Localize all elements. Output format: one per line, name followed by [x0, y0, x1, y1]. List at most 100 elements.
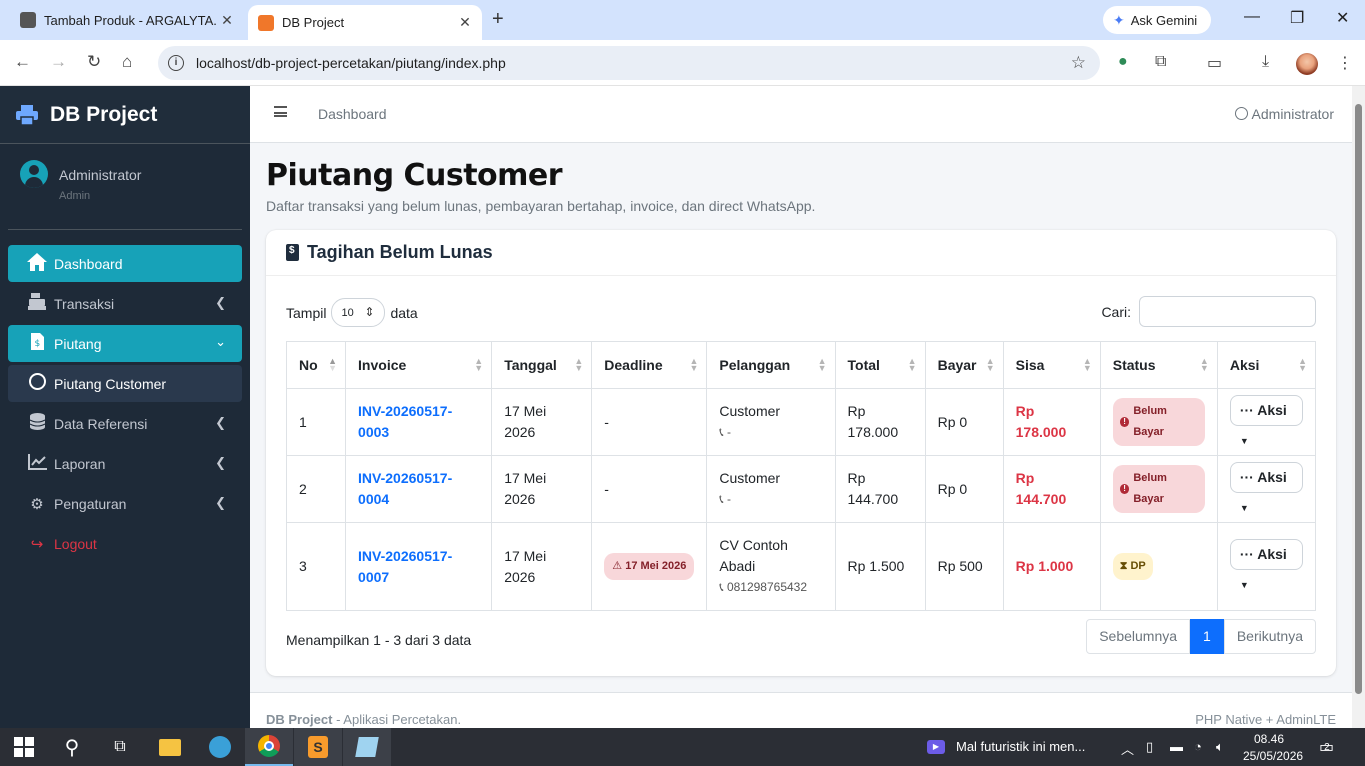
- reload-icon[interactable]: ↻: [87, 52, 101, 72]
- clock-time[interactable]: 08.46: [1254, 732, 1284, 746]
- column-header-aksi[interactable]: Aksi ▲ ▼: [1216, 341, 1317, 389]
- column-header-status[interactable]: Status ▲ ▼: [1099, 341, 1218, 389]
- tab-title: DB Project: [282, 15, 345, 30]
- tab-search-icon[interactable]: ▭: [1207, 53, 1222, 73]
- customer-name: Customer: [719, 403, 781, 419]
- media-title[interactable]: Mal futuristik ini men...: [956, 739, 1085, 754]
- aksi-dropdown-button[interactable]: ··· Aksi ▼: [1229, 539, 1303, 590]
- column-header-pelanggan[interactable]: Pelanggan ▲ ▼: [706, 341, 836, 389]
- user-panel[interactable]: Administrator Admin: [8, 144, 242, 230]
- address-bar[interactable]: i localhost/db-project-percetakan/piutan…: [158, 46, 1100, 80]
- sidebar-item-label: Pengaturan: [54, 495, 127, 512]
- close-window-icon[interactable]: ✕: [1336, 8, 1349, 28]
- menu-kebab-icon[interactable]: ⋮: [1337, 53, 1353, 73]
- bookmark-star-icon[interactable]: ☆: [1071, 53, 1086, 73]
- nav-link-dashboard[interactable]: Dashboard: [318, 106, 387, 122]
- sidebar-item-transaksi[interactable]: Transaksi ❮: [8, 285, 242, 322]
- sidebar-item-pengaturan[interactable]: ⚙ Pengaturan ❮: [8, 485, 242, 522]
- sidebar-item-logout[interactable]: ↪ Logout: [8, 525, 242, 562]
- column-header-invoice[interactable]: Invoice ▲ ▼: [345, 341, 493, 389]
- minimize-icon[interactable]: —: [1244, 8, 1260, 26]
- sidebar-item-piutang[interactable]: $ Piutang ⌄: [8, 325, 242, 362]
- notepad-icon[interactable]: [343, 728, 391, 766]
- customer-phone: 📞︎ -: [719, 425, 731, 439]
- cell-no: 1: [285, 388, 347, 456]
- invoice-link[interactable]: INV-20260517-0004: [358, 470, 452, 507]
- invoice-link[interactable]: INV-20260517-0003: [358, 403, 452, 440]
- volume-icon[interactable]: 🔈︎: [1216, 739, 1224, 755]
- task-view-icon[interactable]: ⧉: [96, 728, 144, 766]
- cell-invoice: INV-20260517-0007: [345, 522, 493, 611]
- browser-tab-db-project[interactable]: DB Project ✕: [248, 5, 482, 40]
- page-length-select[interactable]: 10: [331, 298, 386, 327]
- sidebar-item-laporan[interactable]: Laporan ❮: [8, 445, 242, 482]
- profile-avatar[interactable]: [1296, 53, 1318, 75]
- forward-icon[interactable]: →: [50, 52, 67, 72]
- file-explorer-icon[interactable]: [146, 728, 194, 766]
- close-tab-icon[interactable]: ✕: [216, 12, 238, 29]
- device-icon[interactable]: ▯: [1146, 739, 1153, 755]
- status-badge: ! Belum Bayar: [1112, 465, 1205, 513]
- user-menu[interactable]: Administrator: [1234, 106, 1334, 122]
- windows-taskbar: ⚲ ⧉ S ▶ Mal futuristik ini men... ︿ ▯ ▬ …: [0, 728, 1365, 766]
- cell-invoice: INV-20260517-0003: [345, 388, 493, 456]
- ask-gemini-button[interactable]: ✦ Ask Gemini: [1103, 6, 1211, 34]
- svg-text:$: $: [34, 339, 40, 349]
- extensions-puzzle-icon[interactable]: ⧉: [1155, 53, 1166, 71]
- notification-center[interactable]: ▭2: [1319, 737, 1334, 757]
- cell-tanggal: 17 Mei 2026: [491, 388, 593, 456]
- status-badge: ⧗ DP: [1112, 553, 1153, 580]
- new-tab-icon[interactable]: +: [492, 8, 504, 31]
- footer-left: DB Project - Aplikasi Percetakan.: [266, 712, 461, 727]
- sidebar-item-dashboard[interactable]: Dashboard: [8, 245, 242, 282]
- exclamation-circle-icon: !: [1119, 417, 1130, 427]
- column-header-bayar[interactable]: Bayar ▲ ▼: [924, 341, 1004, 389]
- table-header-row: No ▲ ▼ Invoice ▲ ▼ Tanggal ▲ ▼ Deadline ▲ ▼ Pela…: [285, 341, 1317, 389]
- network-app-icon[interactable]: [196, 728, 244, 766]
- pagination-next[interactable]: Berikutnya: [1223, 619, 1316, 654]
- clock-date[interactable]: 25/05/2026: [1243, 749, 1303, 763]
- pagination-page-1[interactable]: 1: [1190, 619, 1224, 654]
- aksi-dropdown-button[interactable]: ··· Aksi ▼: [1229, 394, 1303, 446]
- column-header-deadline[interactable]: Deadline ▲ ▼: [591, 341, 708, 389]
- hamburger-menu-icon[interactable]: [274, 106, 287, 117]
- windows-start-icon[interactable]: [0, 728, 48, 766]
- scrollbar-thumb[interactable]: [1355, 104, 1362, 694]
- column-header-total[interactable]: Total ▲ ▼: [834, 341, 926, 389]
- pagination-previous[interactable]: Sebelumnya: [1086, 619, 1191, 654]
- chrome-icon[interactable]: [245, 728, 293, 766]
- card-header: Tagihan Belum Lunas: [266, 230, 1336, 276]
- back-icon[interactable]: ←: [14, 52, 31, 72]
- extension-globe-icon[interactable]: ●: [1118, 53, 1128, 71]
- wifi-icon[interactable]: ◔: [1194, 739, 1202, 754]
- sidebar-item-data-referensi[interactable]: Data Referensi ❮: [8, 405, 242, 442]
- column-header-no[interactable]: No ▲ ▼: [285, 341, 347, 389]
- search-input[interactable]: [1139, 296, 1316, 327]
- cell-deadline: ⚠ 17 Mei 2026: [591, 522, 708, 611]
- battery-icon[interactable]: ▬: [1170, 739, 1183, 754]
- invoice-link[interactable]: INV-20260517-0007: [358, 548, 452, 585]
- sort-icon: ▲ ▼: [817, 356, 827, 373]
- sublime-text-icon[interactable]: S: [294, 728, 342, 766]
- download-icon[interactable]: ⤓: [1262, 53, 1269, 71]
- brand-link[interactable]: DB Project: [0, 86, 250, 144]
- column-header-tanggal[interactable]: Tanggal ▲ ▼: [491, 341, 593, 389]
- search-icon[interactable]: ⚲: [48, 728, 96, 766]
- main-footer: DB Project - Aplikasi Percetakan. PHP Na…: [250, 692, 1352, 728]
- maximize-icon[interactable]: ❐: [1290, 8, 1304, 28]
- customer-phone: 📞︎ 081298765432: [719, 580, 808, 594]
- browser-tab-tambah-produk[interactable]: Tambah Produk - ARGALYTA.CO ✕: [8, 0, 244, 40]
- show-hidden-icons-icon[interactable]: ︿: [1121, 739, 1134, 758]
- media-play-icon[interactable]: ▶: [926, 728, 946, 766]
- aksi-dropdown-button[interactable]: ··· Aksi ▼: [1229, 461, 1303, 513]
- sidebar-item-label: Logout: [54, 535, 97, 552]
- page-subtitle: Daftar transaksi yang belum lunas, pemba…: [266, 198, 816, 214]
- home-icon: [26, 252, 48, 275]
- column-header-sisa[interactable]: Sisa ▲ ▼: [1002, 341, 1101, 389]
- page-scrollbar[interactable]: [1352, 86, 1365, 728]
- close-tab-icon[interactable]: ✕: [454, 14, 476, 31]
- url-text[interactable]: localhost/db-project-percetakan/piutang/…: [196, 55, 506, 71]
- site-info-icon[interactable]: i: [168, 55, 184, 71]
- home-icon[interactable]: ⌂: [122, 52, 132, 72]
- sidebar-item-piutang-customer[interactable]: Piutang Customer: [8, 365, 242, 402]
